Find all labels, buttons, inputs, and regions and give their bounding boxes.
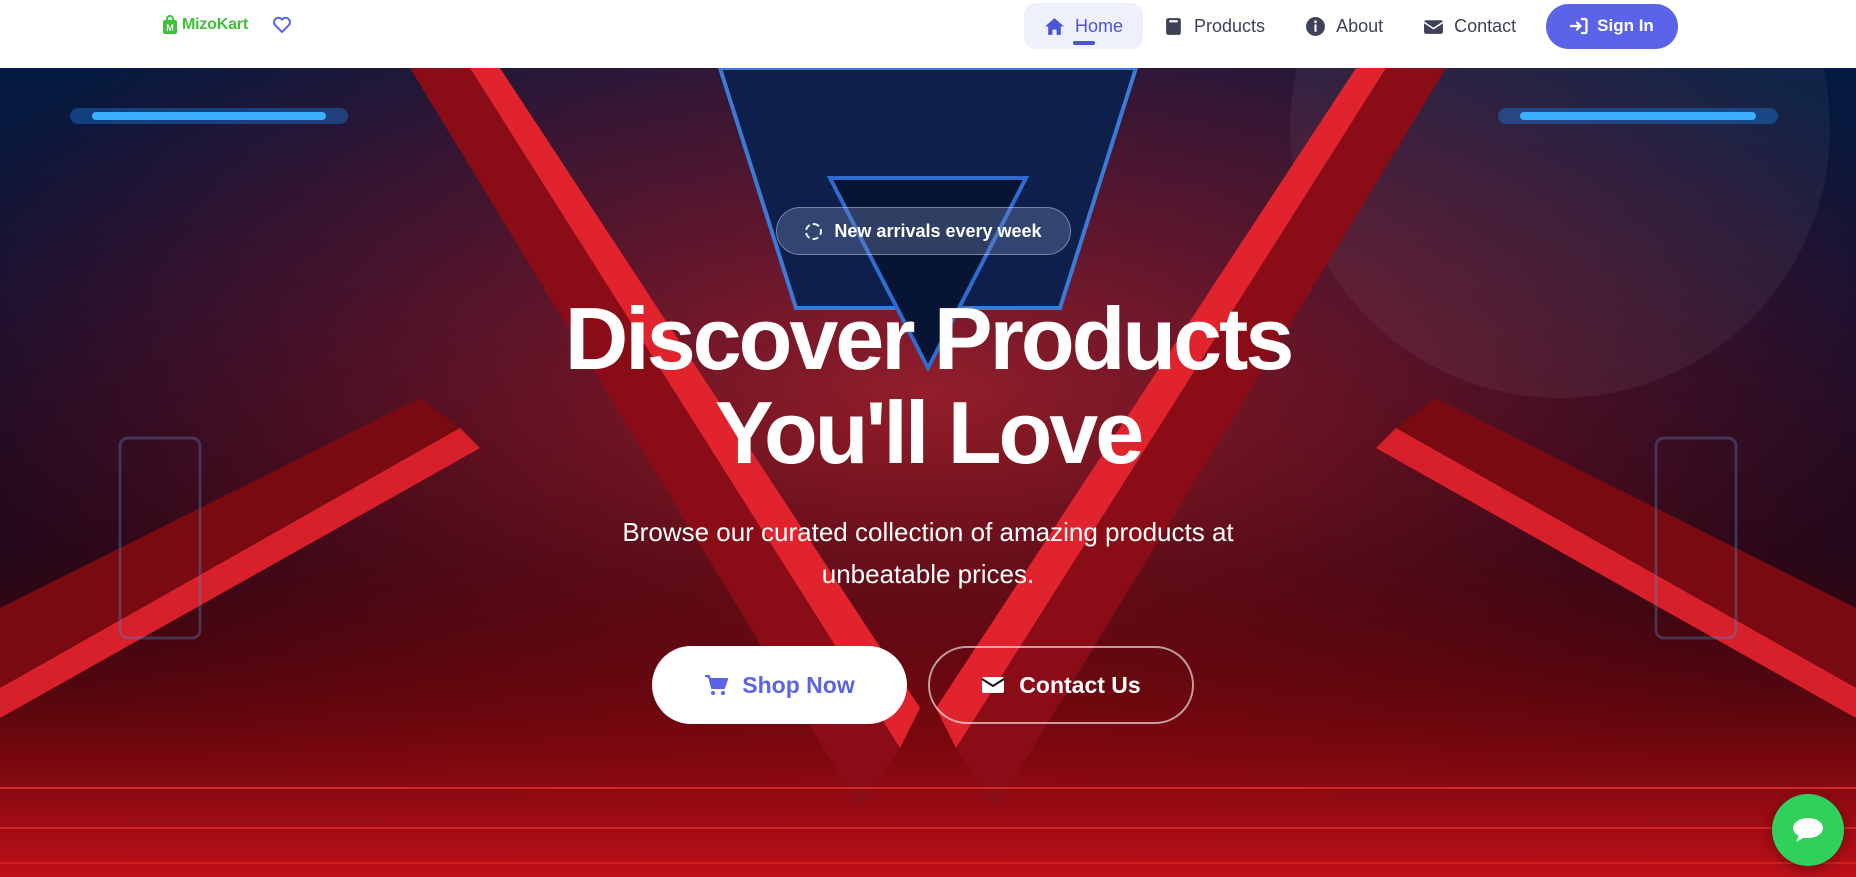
box-icon	[1166, 17, 1181, 35]
envelope-icon	[981, 677, 1005, 693]
spinner-icon	[805, 222, 823, 240]
sign-in-icon	[1570, 17, 1588, 35]
hero-title: Discover Products You'll Love	[0, 292, 1856, 480]
svg-text:M: M	[166, 23, 174, 33]
hero-subtitle: Browse our curated collection of amazing…	[622, 517, 1234, 589]
nav-item-home[interactable]: Home	[1024, 3, 1144, 49]
shop-now-label: Shop Now	[742, 671, 855, 698]
nav-item-about[interactable]: About	[1285, 3, 1403, 49]
shop-now-button[interactable]: Shop Now	[652, 646, 907, 724]
badge-text: New arrivals every week	[834, 220, 1042, 241]
hero-title-line-1: Discover Products	[564, 289, 1295, 388]
nav-item-label: Products	[1194, 15, 1266, 36]
chat-bubble-icon	[1793, 818, 1823, 842]
nav-item-label: Home	[1075, 15, 1124, 36]
chat-button[interactable]	[1772, 794, 1844, 866]
shopping-bag-icon: M	[163, 15, 177, 34]
contact-us-label: Contact Us	[1019, 671, 1141, 698]
cart-icon	[705, 675, 729, 695]
sign-in-label: Sign In	[1597, 16, 1654, 35]
hero-section: New arrivals every week Discover Product…	[0, 68, 1856, 877]
hero-title-line-2: You'll Love	[714, 383, 1144, 482]
home-icon	[1045, 17, 1064, 35]
contact-us-button[interactable]: Contact Us	[928, 646, 1194, 724]
nav-item-contact[interactable]: Contact	[1403, 3, 1536, 49]
nav-item-label: About	[1336, 15, 1384, 36]
nav-links: Home Products About Contact Sign In	[1024, 3, 1678, 49]
new-arrivals-badge: New arrivals every week	[776, 207, 1071, 255]
nav-item-products[interactable]: Products	[1143, 3, 1285, 49]
sign-in-button[interactable]: Sign In	[1546, 3, 1678, 49]
brand-name: MizoKart	[182, 16, 248, 33]
envelope-icon	[1423, 19, 1444, 34]
heart-icon[interactable]	[272, 16, 292, 34]
brand-logo-link[interactable]: M MizoKart	[162, 15, 248, 35]
navbar: M MizoKart Home Products About Contact S…	[0, 0, 1856, 68]
nav-item-label: Contact	[1454, 15, 1517, 36]
info-icon	[1306, 16, 1326, 36]
